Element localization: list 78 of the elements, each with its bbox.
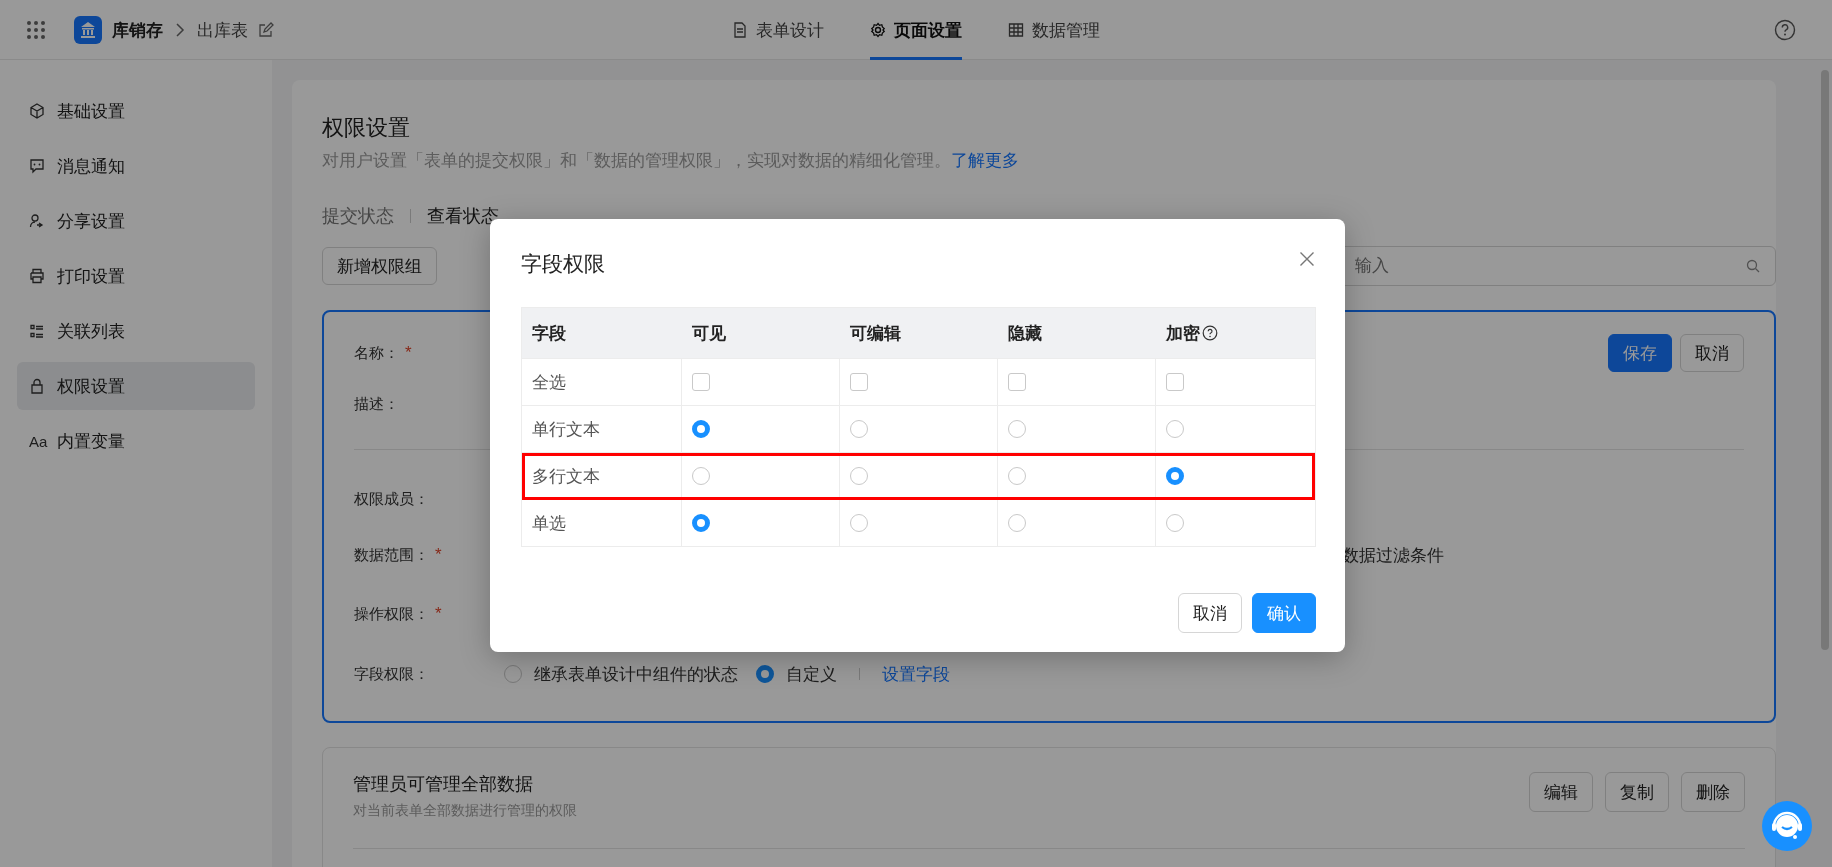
- dialog-title: 字段权限: [521, 251, 605, 277]
- checkbox[interactable]: [1008, 373, 1026, 391]
- page-title: 权限设置: [322, 114, 411, 142]
- column-header: 可见: [691, 322, 727, 345]
- sidebar-item[interactable]: Aa 内置变量: [17, 417, 255, 465]
- radio-option[interactable]: 自定义: [756, 662, 837, 686]
- status-tab[interactable]: 提交状态: [322, 204, 394, 228]
- field-label: 权限成员：: [354, 489, 429, 509]
- radio-button[interactable]: [1008, 467, 1026, 485]
- radio-button[interactable]: [1008, 420, 1026, 438]
- required-asterisk: *: [435, 545, 442, 565]
- gear-icon: [870, 22, 886, 38]
- field-name: 单行文本: [532, 418, 600, 441]
- customer-service-icon[interactable]: [1762, 801, 1812, 851]
- app-name[interactable]: 库销存: [112, 18, 163, 42]
- column-header: 隐藏: [1007, 322, 1043, 345]
- message-icon: [29, 158, 45, 174]
- help-icon[interactable]: [1774, 19, 1796, 41]
- checkbox[interactable]: [850, 373, 868, 391]
- sidebar-item[interactable]: 消息通知: [17, 142, 255, 190]
- table-icon: [1008, 22, 1024, 38]
- list-icon: [29, 323, 45, 339]
- chevron-right-icon: [173, 23, 187, 37]
- help-icon[interactable]: [1202, 325, 1218, 341]
- page-description: 对用户设置「表单的提交权限」和「数据的管理权限」，实现对数据的精细化管理。了解更多: [322, 150, 1020, 172]
- lock-icon: [29, 378, 45, 394]
- cube-icon: [29, 103, 45, 119]
- checkbox[interactable]: [692, 373, 710, 391]
- radio-button[interactable]: [850, 514, 868, 532]
- sidebar-item[interactable]: 分享设置: [17, 197, 255, 245]
- column-header: 字段: [531, 322, 567, 345]
- field-label: 描述：: [354, 394, 399, 414]
- field-label: 操作权限：: [354, 604, 429, 624]
- group-title: 管理员可管理全部数据: [353, 773, 534, 796]
- group-action-button[interactable]: 删除: [1681, 772, 1745, 812]
- required-asterisk: *: [405, 343, 412, 363]
- apps-grid-icon[interactable]: [26, 20, 46, 40]
- sidebar-item[interactable]: 权限设置: [17, 362, 255, 410]
- radio-button[interactable]: [692, 467, 710, 485]
- sidebar-item[interactable]: 打印设置: [17, 252, 255, 300]
- cancel-button[interactable]: 取消: [1178, 593, 1242, 633]
- field-label: 字段权限：: [354, 664, 429, 684]
- document-icon: [732, 22, 748, 38]
- printer-icon: [29, 268, 45, 284]
- radio-button[interactable]: [692, 514, 710, 532]
- column-header: 加密: [1156, 308, 1315, 358]
- user-share-icon: [29, 213, 45, 229]
- add-group-button[interactable]: 新增权限组: [322, 247, 437, 285]
- group-action-button[interactable]: 编辑: [1529, 772, 1593, 812]
- radio-option[interactable]: 继承表单设计中组件的状态: [504, 662, 738, 686]
- checkbox[interactable]: [1166, 373, 1184, 391]
- required-asterisk: *: [435, 604, 442, 624]
- select-all-label: 全选: [532, 371, 566, 394]
- edit-icon[interactable]: [258, 22, 274, 38]
- field-label: 数据范围：: [354, 545, 429, 565]
- close-icon[interactable]: [1299, 251, 1315, 267]
- radio-button[interactable]: [1008, 514, 1026, 532]
- radio-button[interactable]: [850, 420, 868, 438]
- sidebar-item[interactable]: 基础设置: [17, 87, 255, 135]
- top-tab[interactable]: 页面设置: [870, 0, 962, 60]
- top-tab[interactable]: 表单设计: [732, 0, 824, 60]
- bank-logo-icon: [74, 16, 102, 44]
- top-tab[interactable]: 数据管理: [1008, 0, 1100, 60]
- field-name: 单选: [532, 512, 566, 535]
- field-label: 名称：: [354, 343, 399, 363]
- search-icon: [1746, 259, 1760, 273]
- radio-button[interactable]: [1166, 514, 1184, 532]
- column-header: 可编辑: [849, 322, 902, 345]
- radio-button[interactable]: [692, 420, 710, 438]
- field-name: 多行文本: [532, 465, 600, 488]
- scrollbar[interactable]: [1821, 70, 1829, 650]
- radio-button[interactable]: [850, 467, 868, 485]
- radio-button[interactable]: [1166, 467, 1184, 485]
- form-name: 出库表: [197, 19, 248, 42]
- cancel-button[interactable]: 取消: [1680, 334, 1744, 372]
- sidebar-item[interactable]: 关联列表: [17, 307, 255, 355]
- group-action-button[interactable]: 复制: [1605, 772, 1669, 812]
- radio-button[interactable]: [1166, 420, 1184, 438]
